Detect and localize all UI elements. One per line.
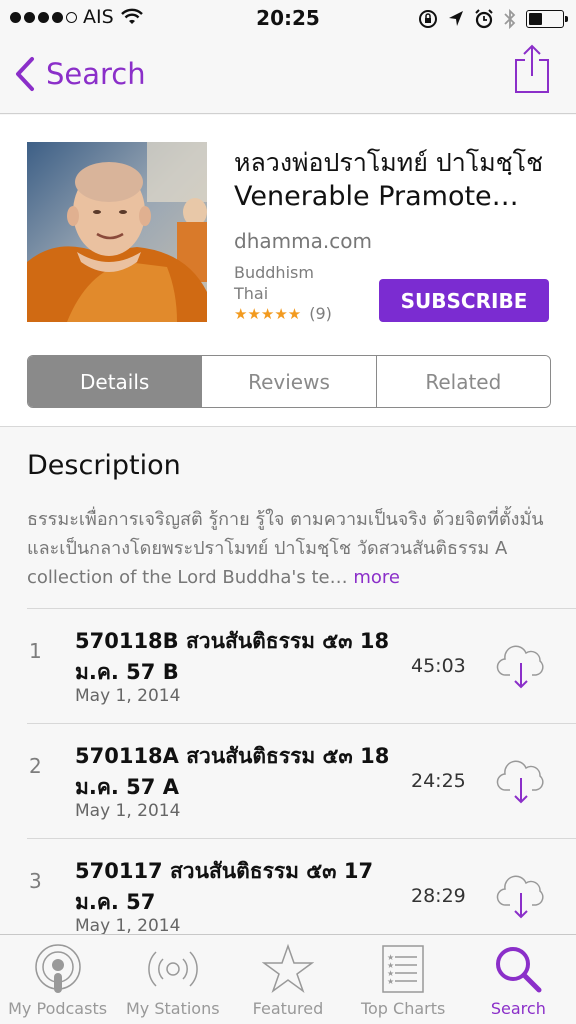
back-button[interactable]: Search: [14, 56, 146, 92]
tab-related[interactable]: Related: [375, 356, 550, 407]
list-icon: ★ ★ ★ ★: [382, 945, 424, 993]
episode-row[interactable]: 1 570118B สวนสันติธรรม ๕๓ 18 ม.ค. 57 B M…: [27, 608, 576, 723]
search-icon: [496, 947, 542, 993]
podcasts-icon: [34, 944, 81, 993]
episode-list: 1 570118B สวนสันติธรรม ๕๓ 18 ม.ค. 57 B M…: [0, 608, 576, 953]
tab-my-stations[interactable]: My Stations: [115, 935, 230, 1024]
navigation-bar: Search: [0, 38, 576, 114]
episode-date: May 1, 2014: [75, 801, 181, 821]
episode-title: 570118A สวนสันติธรรม ๕๓ 18 ม.ค. 57 A: [75, 741, 395, 803]
tab-bar: My Podcasts My Stations Featured ★ ★ ★ ★…: [0, 934, 576, 1024]
cloud-download-icon: [496, 875, 544, 919]
episode-date: May 1, 2014: [75, 686, 181, 706]
episode-number: 2: [29, 754, 42, 778]
podcast-language: Thai: [234, 284, 269, 303]
episode-title-line1: 570117 สวนสันติธรรม ๕๓ 17: [75, 859, 374, 883]
description-text: ธรรมะเพื่อการเจริญสติ รู้กาย รู้ใจ ตามคว…: [27, 505, 547, 592]
more-link[interactable]: more: [353, 567, 400, 588]
rating-stars: ★★★★★: [234, 304, 302, 323]
episode-title: 570117 สวนสันติธรรม ๕๓ 17 ม.ค. 57: [75, 856, 395, 918]
description-heading: Description: [27, 450, 181, 481]
tab-label: Top Charts: [360, 999, 446, 1018]
podcast-header: หลวงพ่อปราโมทย์ ปาโมชฺโช Venerable Pramo…: [0, 115, 576, 427]
tab-reviews[interactable]: Reviews: [201, 356, 376, 407]
status-icons: [418, 8, 568, 30]
tab-featured[interactable]: Featured: [230, 935, 345, 1024]
star-icon: [261, 943, 314, 994]
tab-top-charts[interactable]: ★ ★ ★ ★ Top Charts: [346, 935, 461, 1024]
battery-icon: [526, 10, 568, 28]
podcast-artwork: [27, 142, 207, 322]
episode-number: 3: [29, 869, 42, 893]
episode-duration: 45:03: [411, 655, 466, 677]
alarm-icon: [475, 9, 493, 29]
location-icon: [449, 11, 463, 26]
share-icon: [515, 44, 549, 93]
bluetooth-icon: [504, 8, 516, 30]
download-button[interactable]: [496, 641, 546, 695]
download-button[interactable]: [496, 871, 546, 925]
episode-duration: 28:29: [411, 885, 466, 907]
share-button[interactable]: [514, 44, 550, 98]
rotation-lock-icon: [419, 10, 437, 28]
podcast-title: Venerable Pramote…: [234, 181, 519, 212]
svg-text:★: ★: [387, 977, 394, 986]
stations-icon: [147, 951, 198, 987]
tab-label: My Podcasts: [8, 999, 108, 1018]
tab-search[interactable]: Search: [461, 935, 576, 1024]
description-body: ธรรมะเพื่อการเจริญสติ รู้กาย รู้ใจ ตามคว…: [27, 509, 544, 588]
tab-label: Featured: [252, 999, 324, 1018]
episode-number: 1: [29, 639, 42, 663]
segmented-control: Details Reviews Related: [27, 355, 551, 408]
episode-title-line2: ม.ค. 57: [75, 890, 156, 914]
episode-title-line1: 570118B สวนสันติธรรม ๕๓ 18: [75, 629, 390, 653]
cloud-download-icon: [496, 760, 544, 804]
episode-duration: 24:25: [411, 770, 466, 792]
episode-title-line1: 570118A สวนสันติธรรม ๕๓ 18: [75, 744, 390, 768]
podcast-genre: Buddhism: [234, 263, 314, 282]
rating: ★★★★★ (9): [234, 304, 332, 323]
subscribe-button[interactable]: SUBSCRIBE: [379, 279, 549, 322]
podcast-author[interactable]: dhamma.com: [234, 229, 372, 253]
chevron-left-icon: [16, 57, 34, 91]
download-button[interactable]: [496, 756, 546, 810]
tab-details[interactable]: Details: [28, 356, 202, 407]
tab-my-podcasts[interactable]: My Podcasts: [0, 935, 115, 1024]
episode-title: 570118B สวนสันติธรรม ๕๓ 18 ม.ค. 57 B: [75, 626, 395, 688]
status-bar: AIS 20:25: [0, 0, 576, 38]
episode-date: May 1, 2014: [75, 916, 181, 936]
episode-title-line2: ม.ค. 57 B: [75, 660, 179, 684]
back-label: Search: [46, 57, 146, 91]
episode-title-line2: ม.ค. 57 A: [75, 775, 179, 799]
episode-row[interactable]: 2 570118A สวนสันติธรรม ๕๓ 18 ม.ค. 57 A M…: [27, 723, 576, 838]
tab-label: Search: [490, 999, 546, 1018]
podcast-title-thai: หลวงพ่อปราโมทย์ ปาโมชฺโช: [234, 148, 544, 177]
rating-count: (9): [309, 304, 332, 323]
cloud-download-icon: [496, 645, 544, 689]
tab-label: My Stations: [125, 999, 220, 1018]
